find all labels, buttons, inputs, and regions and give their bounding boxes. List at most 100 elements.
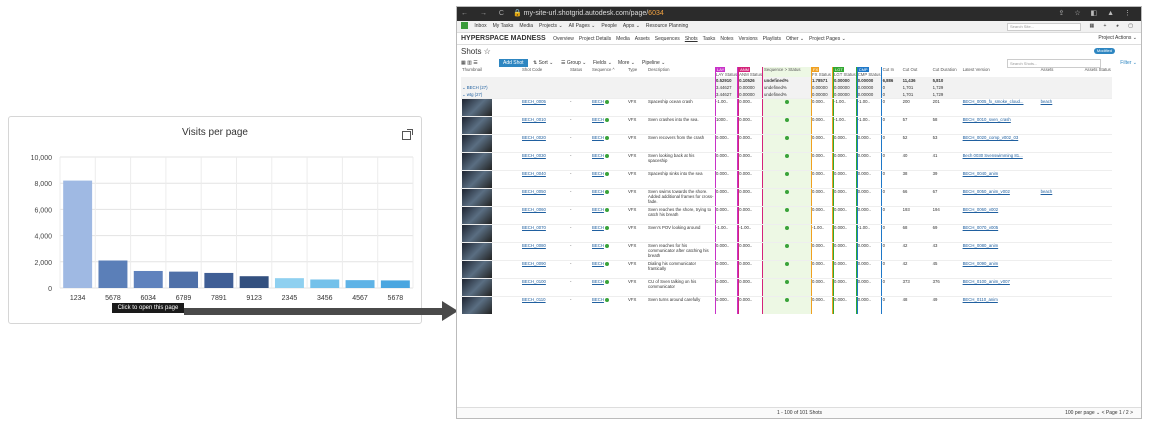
sequence-cell[interactable]: BECH (591, 260, 627, 279)
sequence-cell[interactable]: BECH (591, 206, 627, 225)
shot-thumbnail[interactable] (462, 171, 492, 188)
shot-code-link[interactable]: BECH_0010 (522, 118, 546, 123)
column-header[interactable]: Cut In (882, 67, 902, 77)
column-header[interactable]: Description (647, 67, 715, 77)
cut-in-cell[interactable]: 0 (881, 260, 902, 279)
lgt-status-cell[interactable]: 0.000.. (833, 152, 857, 171)
project-tab[interactable]: Overview (553, 36, 574, 42)
shot-thumbnail[interactable] (462, 99, 492, 116)
column-header[interactable]: LGT LGT Status (833, 67, 857, 77)
version-link[interactable]: BECH_0100_anim_v007 (963, 280, 1010, 285)
fx-status-cell[interactable]: 0.000.. (811, 116, 834, 135)
filter-button[interactable]: Filter ⌄ (1120, 59, 1137, 67)
fx-status-cell[interactable]: 0.000.. (811, 296, 834, 314)
cut-out-cell[interactable]: 42 (901, 260, 932, 279)
column-header[interactable]: Cut Duration (932, 67, 962, 77)
cmp-status-cell[interactable]: -1.00.. (856, 224, 882, 243)
thumbnail-cell[interactable] (461, 206, 521, 225)
thumbnail-cell[interactable] (461, 224, 521, 243)
cut-out-cell[interactable]: 66 (901, 188, 932, 207)
sequence-status-cell[interactable] (763, 98, 812, 117)
cut-out-cell[interactable]: 193 (901, 206, 932, 225)
cut-duration-cell[interactable]: 201 (931, 98, 962, 117)
table-row[interactable]: BECH_0050 - BECH VFX Sven swims towards the… (461, 188, 1112, 207)
version-link[interactable]: BECH_0110_anim (963, 297, 998, 302)
version-link[interactable]: BECH_0090_anim (963, 262, 999, 267)
thumbnail-cell[interactable] (461, 278, 521, 297)
assets-cell[interactable] (1039, 170, 1084, 189)
site-nav-item[interactable]: Apps ⌄ (623, 23, 640, 29)
site-search-input[interactable]: Search Site... (1007, 23, 1081, 31)
table-row[interactable]: BECH_0020 - BECH VFX Sven recovers from the… (461, 134, 1112, 153)
column-header[interactable]: ANM ANM Status (738, 67, 763, 77)
shot-code-link[interactable]: BECH_0060 (522, 208, 546, 213)
lgt-status-cell[interactable]: 0.000.. (833, 278, 857, 297)
cut-duration-cell[interactable]: 43 (931, 242, 962, 261)
status-cell[interactable]: - (569, 152, 591, 171)
assets-cell[interactable] (1039, 134, 1084, 153)
shot-thumbnail[interactable] (462, 225, 492, 242)
project-tab[interactable]: Media (616, 36, 630, 42)
lgt-status-cell[interactable]: -1.00.. (833, 98, 857, 117)
status-cell[interactable]: - (569, 296, 591, 314)
fx-status-cell[interactable]: 0.000.. (811, 134, 834, 153)
cut-duration-cell[interactable]: 39 (931, 170, 962, 189)
sequence-cell[interactable]: BECH (591, 134, 627, 153)
fx-status-cell[interactable]: 0.000.. (811, 242, 834, 261)
table-row[interactable]: BECH_0040 - BECH VFX Spaceship sinks into t… (461, 170, 1112, 189)
project-tab[interactable]: Assets (635, 36, 650, 42)
column-header[interactable]: Assets (1040, 67, 1084, 77)
shot-code-link[interactable]: BECH_0100 (522, 280, 546, 285)
project-tab[interactable]: Tasks (703, 36, 716, 42)
table-row[interactable]: BECH_0060 - BECH VFX Sven reaches the shore… (461, 206, 1112, 225)
site-nav-item[interactable]: Resource Planning (646, 23, 688, 29)
status-cell[interactable]: - (569, 170, 591, 189)
thumbnail-cell[interactable] (461, 152, 521, 171)
site-nav-item[interactable]: People (601, 23, 617, 29)
cmp-status-cell[interactable]: 0.000.. (856, 260, 882, 279)
cut-duration-cell[interactable]: 49 (931, 296, 962, 314)
fx-status-cell[interactable]: 0.000.. (811, 170, 834, 189)
sequence-status-cell[interactable] (763, 152, 812, 171)
shot-code-cell[interactable]: BECH_0040 (521, 170, 569, 189)
site-nav-item[interactable]: All Pages ⌄ (569, 23, 596, 29)
sequence-cell[interactable]: BECH (591, 98, 627, 117)
lgt-status-cell[interactable]: 0.000.. (833, 260, 857, 279)
bar[interactable] (380, 280, 410, 288)
latest-version-cell[interactable]: BECH_0010_sven_crash (961, 116, 1040, 135)
sequence-link[interactable]: BECH (592, 262, 604, 267)
lay-status-cell[interactable]: 0.000.. (715, 188, 739, 207)
sequence-link[interactable]: BECH (592, 297, 604, 302)
cut-out-cell[interactable]: 40 (901, 152, 932, 171)
cut-in-cell[interactable]: 0 (881, 206, 902, 225)
latest-version-cell[interactable]: Bech 0030 Svenswimming 81... (961, 152, 1040, 171)
shot-code-cell[interactable]: BECH_0060 (521, 206, 569, 225)
site-nav-item[interactable]: Inbox (474, 23, 486, 29)
bar[interactable] (345, 280, 375, 288)
cut-duration-cell[interactable]: 53 (931, 134, 962, 153)
shot-thumbnail[interactable] (462, 297, 492, 314)
shot-code-cell[interactable]: BECH_0080 (521, 242, 569, 261)
latest-version-cell[interactable]: BECH_0110_anim (961, 296, 1040, 314)
lgt-status-cell[interactable]: 0.000.. (833, 188, 857, 207)
shot-code-cell[interactable]: BECH_0030 (521, 152, 569, 171)
cut-duration-cell[interactable]: 41 (931, 152, 962, 171)
version-link[interactable]: BECH_0060_v002 (963, 208, 999, 213)
thumbnail-cell[interactable] (461, 170, 521, 189)
project-tab[interactable]: Project Details (579, 36, 611, 42)
cmp-status-cell[interactable]: -1.00.. (856, 98, 882, 117)
cut-out-cell[interactable]: 373 (901, 278, 932, 297)
sequence-cell[interactable]: BECH (591, 278, 627, 297)
column-header[interactable]: Thumbnail (461, 67, 521, 77)
cut-in-cell[interactable]: 0 (881, 116, 902, 135)
status-cell[interactable]: - (569, 134, 591, 153)
sequence-status-cell[interactable] (763, 134, 812, 153)
sequence-cell[interactable]: BECH (591, 116, 627, 135)
latest-version-cell[interactable]: BECH_0070_v005 (961, 224, 1040, 243)
modified-badge[interactable]: Modified (1093, 48, 1115, 54)
cut-out-cell[interactable]: 38 (901, 170, 932, 189)
sequence-status-cell[interactable] (763, 116, 812, 135)
table-row[interactable]: BECH_0010 - BECH VFX Sven crashes into the … (461, 116, 1112, 135)
fx-status-cell[interactable]: 0.000.. (811, 98, 834, 117)
sequence-link[interactable]: BECH (592, 172, 604, 177)
